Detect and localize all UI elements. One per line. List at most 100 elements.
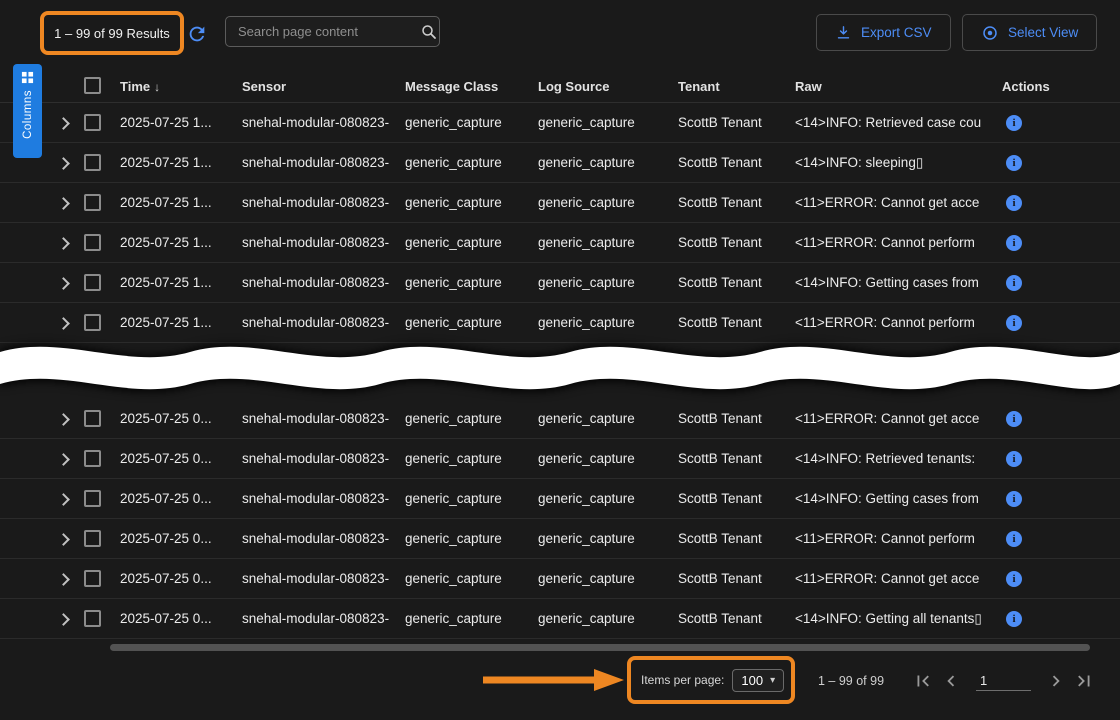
cell-message-class: generic_capture: [405, 439, 530, 479]
cell-time: 2025-07-25 1...: [120, 183, 232, 223]
info-icon[interactable]: i: [1006, 571, 1022, 587]
last-page-icon: [1073, 670, 1095, 692]
cell-raw: <14>INFO: Getting cases from: [795, 263, 995, 303]
row-checkbox[interactable]: [84, 114, 101, 131]
cell-raw: <14>INFO: Retrieved tenants:: [795, 439, 995, 479]
cell-sensor: snehal-modular-080823-: [242, 143, 395, 183]
select-all-checkbox[interactable]: [84, 77, 101, 94]
cell-message-class: generic_capture: [405, 263, 530, 303]
page-number-input[interactable]: [976, 671, 1031, 691]
select-view-button[interactable]: Select View: [962, 14, 1097, 51]
cell-log-source: generic_capture: [538, 599, 668, 639]
column-header-time-label: Time: [120, 79, 150, 94]
table-row[interactable]: 2025-07-25 1... snehal-modular-080823- g…: [0, 223, 1120, 263]
caret-down-icon: ▾: [770, 675, 775, 686]
cell-message-class: generic_capture: [405, 479, 530, 519]
refresh-button[interactable]: [186, 23, 208, 45]
next-page-button[interactable]: [1043, 668, 1069, 694]
cell-sensor: snehal-modular-080823-: [242, 439, 395, 479]
cell-log-source: generic_capture: [538, 103, 668, 143]
row-checkbox[interactable]: [84, 570, 101, 587]
row-checkbox[interactable]: [84, 530, 101, 547]
info-icon[interactable]: i: [1006, 195, 1022, 211]
row-checkbox[interactable]: [84, 410, 101, 427]
table-row[interactable]: 2025-07-25 1... snehal-modular-080823- g…: [0, 103, 1120, 143]
expand-chevron-icon[interactable]: [57, 413, 70, 426]
table-row[interactable]: 2025-07-25 0... snehal-modular-080823- g…: [0, 559, 1120, 599]
info-icon[interactable]: i: [1006, 115, 1022, 131]
info-icon[interactable]: i: [1006, 275, 1022, 291]
column-header-tenant: Tenant: [678, 70, 786, 103]
expand-chevron-icon[interactable]: [57, 573, 70, 586]
table-row[interactable]: 2025-07-25 1... snehal-modular-080823- g…: [0, 143, 1120, 183]
column-header-time[interactable]: Time↓: [120, 70, 232, 104]
cell-raw: <14>INFO: Retrieved case cou: [795, 103, 995, 143]
table-row[interactable]: 2025-07-25 0... snehal-modular-080823- g…: [0, 479, 1120, 519]
cell-message-class: generic_capture: [405, 223, 530, 263]
columns-panel-tab[interactable]: Columns: [13, 64, 42, 158]
row-checkbox[interactable]: [84, 154, 101, 171]
expand-chevron-icon[interactable]: [57, 613, 70, 626]
row-checkbox[interactable]: [84, 610, 101, 627]
table-row[interactable]: 2025-07-25 1... snehal-modular-080823- g…: [0, 263, 1120, 303]
cell-log-source: generic_capture: [538, 519, 668, 559]
horizontal-scrollbar[interactable]: [110, 644, 1090, 651]
log-viewer-app: 1 – 99 of 99 Results Export CSV Select V…: [0, 0, 1120, 720]
search-box: [225, 16, 440, 47]
expand-chevron-icon[interactable]: [57, 453, 70, 466]
info-icon[interactable]: i: [1006, 451, 1022, 467]
items-per-page-select[interactable]: 100 ▾: [732, 669, 784, 692]
cell-tenant: ScottB Tenant: [678, 223, 786, 263]
row-checkbox[interactable]: [84, 234, 101, 251]
cell-time: 2025-07-25 0...: [120, 519, 232, 559]
info-icon[interactable]: i: [1006, 235, 1022, 251]
cell-raw: <11>ERROR: Cannot get acce: [795, 183, 995, 223]
row-checkbox[interactable]: [84, 194, 101, 211]
cell-tenant: ScottB Tenant: [678, 183, 786, 223]
table-row[interactable]: 2025-07-25 0... snehal-modular-080823- g…: [0, 439, 1120, 479]
annotation-box-items-per-page: Items per page: 100 ▾: [627, 656, 795, 704]
row-checkbox[interactable]: [84, 274, 101, 291]
row-checkbox[interactable]: [84, 490, 101, 507]
cell-message-class: generic_capture: [405, 559, 530, 599]
cell-message-class: generic_capture: [405, 103, 530, 143]
export-csv-label: Export CSV: [861, 25, 932, 40]
chevron-left-icon: [940, 670, 962, 692]
info-icon[interactable]: i: [1006, 491, 1022, 507]
export-csv-button[interactable]: Export CSV: [816, 14, 951, 51]
cell-raw: <11>ERROR: Cannot get acce: [795, 559, 995, 599]
cell-tenant: ScottB Tenant: [678, 263, 786, 303]
cell-time: 2025-07-25 1...: [120, 143, 232, 183]
refresh-icon: [186, 23, 208, 45]
cell-sensor: snehal-modular-080823-: [242, 479, 395, 519]
cell-sensor: snehal-modular-080823-: [242, 519, 395, 559]
previous-page-button[interactable]: [938, 668, 964, 694]
expand-chevron-icon[interactable]: [57, 277, 70, 290]
info-icon[interactable]: i: [1006, 411, 1022, 427]
first-page-button[interactable]: [910, 668, 936, 694]
expand-chevron-icon[interactable]: [57, 533, 70, 546]
chevron-right-icon: [1045, 670, 1067, 692]
download-icon: [835, 24, 852, 41]
table-row[interactable]: 2025-07-25 0... snehal-modular-080823- g…: [0, 519, 1120, 559]
grid-icon: [21, 71, 34, 84]
info-icon[interactable]: i: [1006, 155, 1022, 171]
row-checkbox[interactable]: [84, 450, 101, 467]
expand-chevron-icon[interactable]: [57, 157, 70, 170]
search-input[interactable]: [226, 24, 420, 39]
expand-chevron-icon[interactable]: [57, 237, 70, 250]
info-icon[interactable]: i: [1006, 531, 1022, 547]
cell-log-source: generic_capture: [538, 223, 668, 263]
table-rows-top-group: 2025-07-25 1... snehal-modular-080823- g…: [0, 103, 1120, 343]
cell-sensor: snehal-modular-080823-: [242, 183, 395, 223]
cell-log-source: generic_capture: [538, 263, 668, 303]
last-page-button[interactable]: [1071, 668, 1097, 694]
cell-raw: <11>ERROR: Cannot perform: [795, 223, 995, 263]
table-row[interactable]: 2025-07-25 1... snehal-modular-080823- g…: [0, 183, 1120, 223]
table-row[interactable]: 2025-07-25 0... snehal-modular-080823- g…: [0, 599, 1120, 639]
info-icon[interactable]: i: [1006, 611, 1022, 627]
expand-chevron-icon[interactable]: [57, 197, 70, 210]
cell-sensor: snehal-modular-080823-: [242, 263, 395, 303]
expand-chevron-icon[interactable]: [57, 117, 70, 130]
expand-chevron-icon[interactable]: [57, 493, 70, 506]
